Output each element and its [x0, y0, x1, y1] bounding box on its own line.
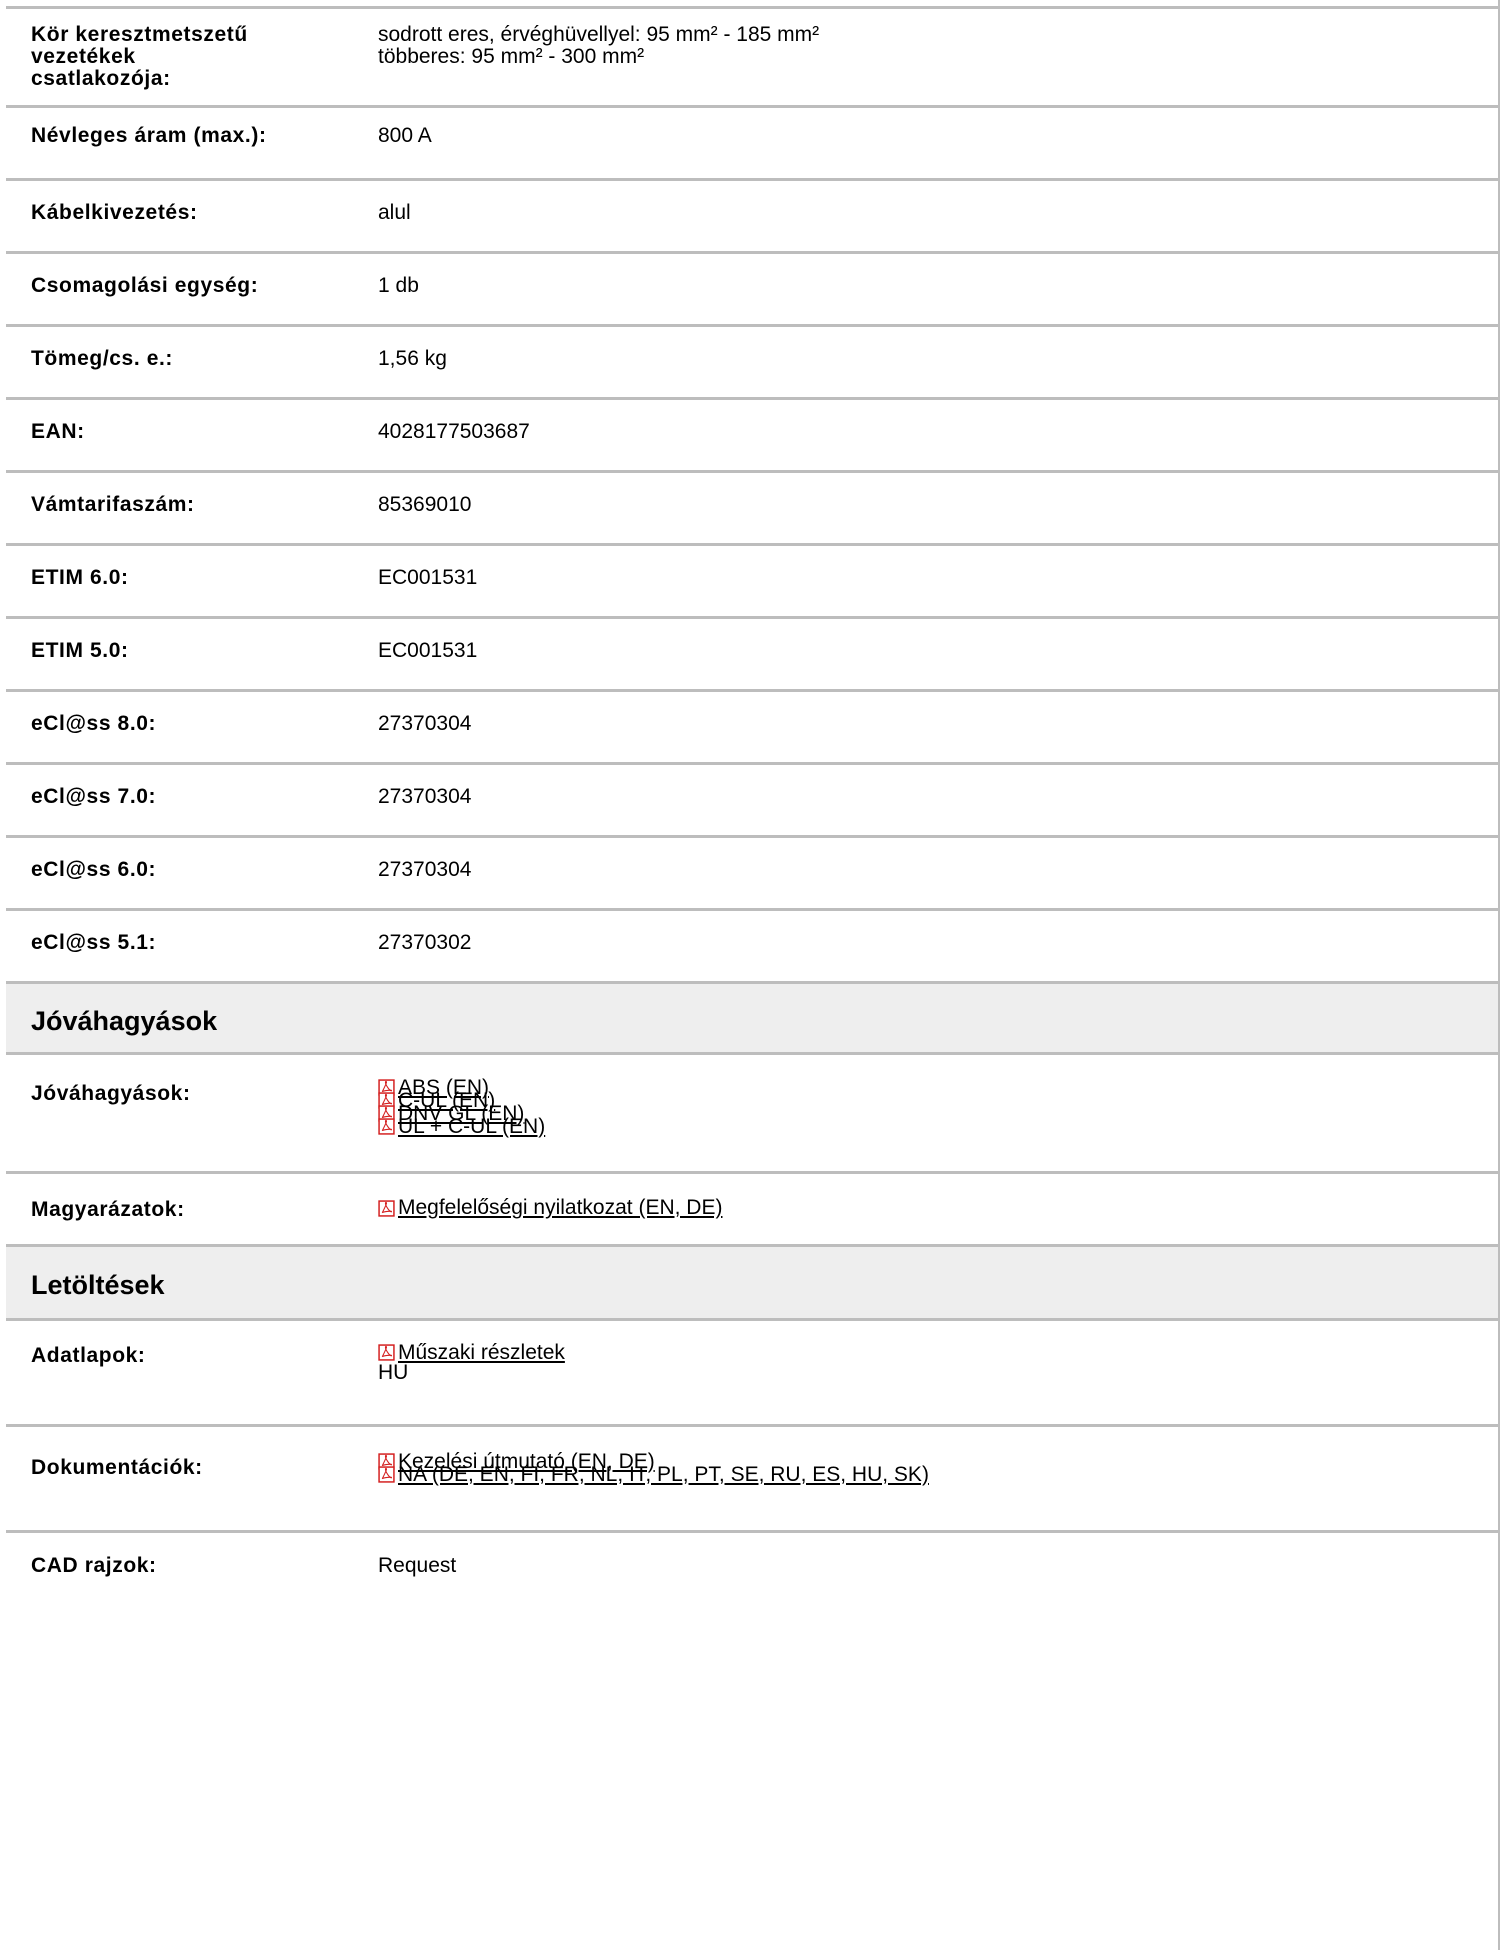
spec-label: Kör keresztmetszetű vezetékek csatlakozó…: [31, 23, 248, 90]
spec-row-eclass7: eCl@ss 7.0: 27370304: [6, 762, 1500, 837]
spec-row-ean: EAN: 4028177503687: [6, 397, 1500, 472]
datasheets-links: Műszaki részletek HU: [378, 1341, 565, 1384]
spec-row-etim5: ETIM 5.0: EC001531: [6, 616, 1500, 691]
document-link[interactable]: Megfelelőségi nyilatkozat (EN, DE): [378, 1197, 722, 1219]
spec-label: ETIM 5.0:: [31, 639, 129, 662]
spec-value: EC001531: [378, 566, 478, 589]
spec-label: CAD rajzok:: [31, 1554, 157, 1577]
spec-label: ETIM 6.0:: [31, 566, 129, 589]
spec-label: Csomagolási egység:: [31, 274, 259, 297]
pdf-icon: [378, 1118, 395, 1135]
section-title: Letöltések: [31, 1270, 165, 1300]
spec-value-line: többeres: 95 mm² - 300 mm²: [378, 45, 645, 68]
explanations-links: Megfelelőségi nyilatkozat (EN, DE): [378, 1197, 722, 1219]
approvals-links: ABS (EN) C-UL (EN) DNV GL (EN) UL + C-UL…: [378, 1076, 545, 1137]
approvals-row: Jóváhagyások: ABS (EN) C-UL (EN) DNV GL …: [6, 1052, 1500, 1173]
spec-label: Jóváhagyások:: [31, 1082, 191, 1105]
documentation-links: Kezelési útmutató (EN, DE) NA (DE, EN, F…: [378, 1450, 929, 1485]
spec-row-eclass6: eCl@ss 6.0: 27370304: [6, 835, 1500, 910]
section-header-approvals: Jóváhagyások: [6, 981, 1500, 1054]
spec-row-packaging: Csomagolási egység: 1 db: [6, 251, 1500, 326]
right-border: [1498, 0, 1500, 1950]
spec-value: 27370302: [378, 931, 472, 954]
document-link-text[interactable]: UL + C-UL (EN): [398, 1115, 545, 1138]
spec-row-customs: Vámtarifaszám: 85369010: [6, 470, 1500, 545]
explanations-row: Magyarázatok: Megfelelőségi nyilatkozat …: [6, 1171, 1500, 1246]
spec-row-conductor: Kör keresztmetszetű vezetékek csatlakozó…: [6, 6, 1500, 107]
document-link-text[interactable]: Műszaki részletek: [398, 1341, 565, 1364]
language-code: HU: [378, 1361, 409, 1384]
spec-value: 800 A: [378, 124, 432, 147]
pdf-icon: [378, 1199, 395, 1217]
spec-row-etim6: ETIM 6.0: EC001531: [6, 543, 1500, 618]
spec-row-cable-exit: Kábelkivezetés: alul: [6, 178, 1500, 253]
spec-label: eCl@ss 5.1:: [31, 931, 157, 954]
documentation-row: Dokumentációk: Kezelési útmutató (EN, DE…: [6, 1424, 1500, 1532]
spec-value: 27370304: [378, 858, 472, 881]
document-link-text[interactable]: Megfelelőségi nyilatkozat (EN, DE): [398, 1197, 722, 1219]
spec-value: EC001531: [378, 639, 478, 662]
pdf-icon: [378, 1344, 395, 1361]
spec-row-eclass8: eCl@ss 8.0: 27370304: [6, 689, 1500, 764]
spec-label: Magyarázatok:: [31, 1198, 185, 1221]
spec-label: eCl@ss 8.0:: [31, 712, 157, 735]
spec-value: sodrott eres, érvéghüvellyel: 95 mm² - 1…: [378, 24, 819, 68]
spec-label: Vámtarifaszám:: [31, 493, 195, 516]
spec-label: Kábelkivezetés:: [31, 201, 198, 224]
spec-label: Tömeg/cs. e.:: [31, 347, 174, 370]
document-link[interactable]: NA (DE, EN, FI, FR, NL, IT, PL, PT, SE, …: [378, 1463, 929, 1485]
datasheets-row: Adatlapok: Műszaki részletek HU: [6, 1318, 1500, 1426]
spec-value: 27370304: [378, 785, 472, 808]
spec-value-line: sodrott eres, érvéghüvellyel: 95 mm² - 1…: [378, 23, 820, 46]
spec-value: 27370304: [378, 712, 472, 735]
spec-value: 1 db: [378, 274, 419, 297]
spec-row-eclass51: eCl@ss 5.1: 27370302: [6, 908, 1500, 983]
spec-label: eCl@ss 6.0:: [31, 858, 157, 881]
spec-value: 85369010: [378, 493, 472, 516]
cad-row: CAD rajzok: Request: [6, 1530, 1500, 1594]
pdf-icon: [378, 1466, 395, 1483]
spec-value: alul: [378, 201, 411, 224]
document-link[interactable]: Műszaki részletek: [378, 1341, 565, 1363]
cad-value: Request: [378, 1554, 457, 1577]
section-header-downloads: Letöltések: [6, 1244, 1500, 1320]
document-link-text[interactable]: NA (DE, EN, FI, FR, NL, IT, PL, PT, SE, …: [398, 1463, 929, 1486]
spec-label: EAN:: [31, 420, 85, 443]
spec-value: 4028177503687: [378, 420, 530, 443]
spec-row-current: Névleges áram (max.): 800 A: [6, 105, 1500, 180]
spec-label: Névleges áram (max.):: [31, 124, 267, 147]
spec-value: 1,56 kg: [378, 347, 447, 370]
spec-row-weight: Tömeg/cs. e.: 1,56 kg: [6, 324, 1500, 399]
document-link[interactable]: UL + C-UL (EN): [378, 1115, 545, 1137]
section-title: Jóváhagyások: [31, 1006, 218, 1036]
spec-label: Dokumentációk:: [31, 1456, 203, 1479]
spec-label: eCl@ss 7.0:: [31, 785, 157, 808]
spec-label: Adatlapok:: [31, 1344, 146, 1367]
